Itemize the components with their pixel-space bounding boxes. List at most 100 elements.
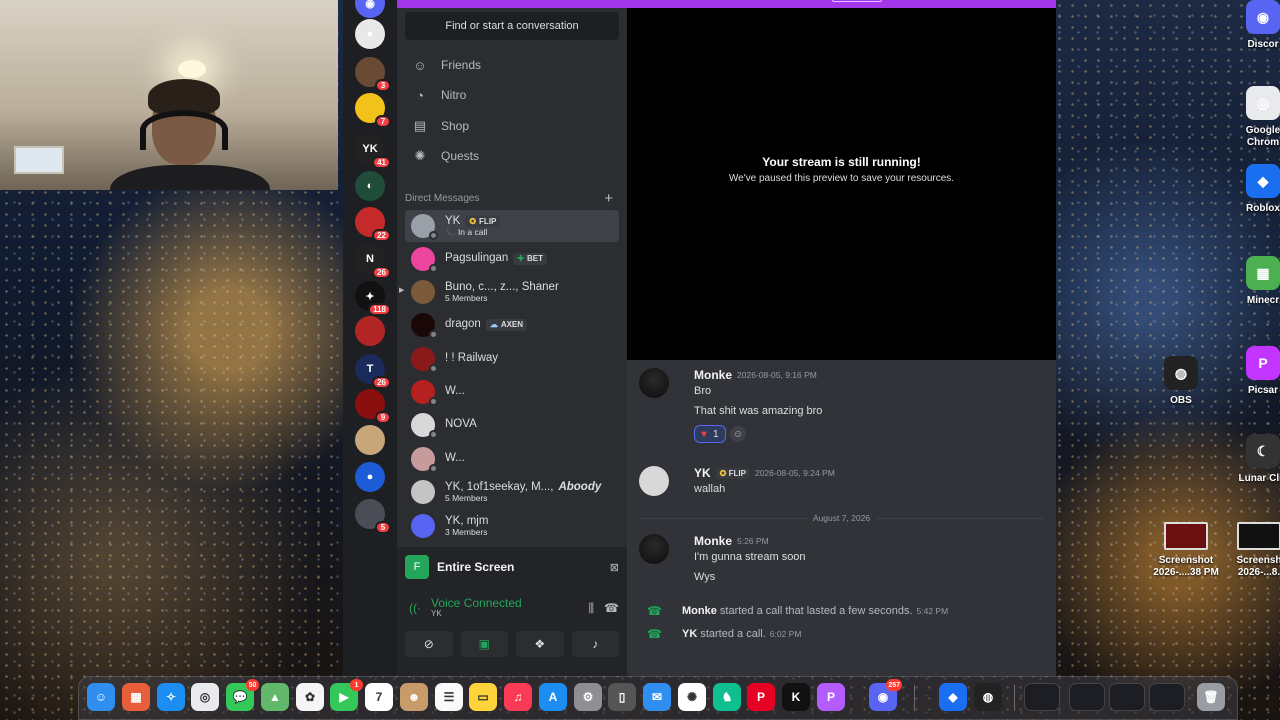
server-icon[interactable]: N 26 xyxy=(355,244,391,279)
message-author[interactable]: Monke xyxy=(694,534,732,548)
dock-chatgpt-icon[interactable]: ✺ xyxy=(678,683,706,711)
dock-mail-icon[interactable]: ✉ xyxy=(643,683,671,711)
dock-music-icon[interactable]: ♫ xyxy=(504,683,532,711)
dm-item[interactable]: YK, 1of1seekay, M..., Aboody 5 Members xyxy=(405,476,619,508)
dock-discord-icon[interactable]: ◉ 257 xyxy=(869,679,902,711)
nav-shop[interactable]: ▤ Shop xyxy=(405,112,619,140)
server-icon[interactable]: T 26 xyxy=(355,354,391,389)
avatar[interactable] xyxy=(639,466,669,496)
dock-kick-icon[interactable]: K xyxy=(782,683,810,711)
desktop-icon-screenshot-1[interactable]: Screenshot 2026-....38 PM xyxy=(1153,522,1219,578)
noise-suppression-icon[interactable]: ⫼ xyxy=(589,601,595,616)
heart-reaction[interactable]: ♥ 1 xyxy=(694,425,726,443)
dock-finder-icon[interactable]: ☺ xyxy=(87,683,115,711)
dm-item[interactable]: dragon ☁ AXEN xyxy=(405,309,619,341)
server-icon[interactable] xyxy=(355,316,385,346)
desktop-icon-lunar-client[interactable]: ☾ Lunar Clie xyxy=(1232,434,1280,485)
expand-arrow-icon[interactable]: ▶ xyxy=(399,286,404,294)
dock-trash-icon[interactable]: 🗑 xyxy=(1197,683,1225,711)
stream-preview[interactable]: Your stream is still running! We've paus… xyxy=(627,8,1056,360)
server-icon[interactable] xyxy=(355,425,385,455)
stop-stream-icon[interactable]: ⊠ xyxy=(610,561,619,574)
server-icon[interactable]: ● xyxy=(355,462,385,492)
system-text: started a call that lasted a few seconds… xyxy=(716,605,913,617)
dm-item[interactable]: W... xyxy=(405,443,619,475)
dock-calendar-icon[interactable]: 7 xyxy=(365,683,393,711)
server-icon[interactable]: 9 xyxy=(355,389,391,424)
screen-share-button[interactable]: ▣ xyxy=(460,631,508,657)
dm-item[interactable]: Pagsulingan ✚ BET xyxy=(405,243,619,275)
add-reaction-icon[interactable]: ☺ xyxy=(730,426,746,442)
disconnect-icon[interactable]: ☎ xyxy=(604,601,619,615)
find-conversation-button[interactable]: Find or start a conversation xyxy=(405,12,619,40)
server-icon[interactable]: ◐ xyxy=(355,171,385,201)
dock-photos-icon[interactable]: ✿ xyxy=(296,683,324,711)
desktop-icon-picsart[interactable]: P Picsar xyxy=(1232,346,1280,397)
camera-off-button[interactable]: ⊘ xyxy=(405,631,453,657)
dock-notes-icon[interactable]: ▭ xyxy=(469,683,497,711)
voice-status[interactable]: Voice Connected xyxy=(431,596,579,610)
guild-tag[interactable]: ✪ FLIP xyxy=(715,467,750,479)
dock-iphone-mirroring-icon[interactable]: ▯ xyxy=(608,683,636,711)
dock-app-store-icon[interactable]: A xyxy=(539,683,567,711)
server-icon[interactable]: 22 xyxy=(355,207,391,242)
guild-tag[interactable]: ☁ AXEN xyxy=(485,319,528,331)
message-author[interactable]: YK xyxy=(694,466,711,480)
dock-chrome-icon[interactable]: ◎ xyxy=(191,683,219,711)
message-author[interactable]: Monke xyxy=(694,368,732,382)
minimized-window-thumbnail[interactable] xyxy=(1109,683,1145,711)
system-author[interactable]: Monke xyxy=(682,605,717,617)
server-icon[interactable]: ● xyxy=(355,19,385,49)
desktop-icon-roblox[interactable]: ◆ Roblox xyxy=(1232,164,1280,215)
dm-item[interactable]: ▶ Buno, c..., z..., Shaner 5 Members xyxy=(399,276,619,308)
system-author[interactable]: YK xyxy=(682,628,697,640)
minimized-window-thumbnail[interactable] xyxy=(1069,683,1105,711)
nav-nitro[interactable]: ◔ Nitro xyxy=(405,81,619,109)
add-dm-icon[interactable]: + xyxy=(604,190,613,207)
guild-tag[interactable]: ✚ BET xyxy=(513,253,548,265)
guild-tag[interactable]: ✪ FLIP xyxy=(465,215,501,227)
server-icon[interactable]: 7 xyxy=(355,93,391,128)
dock-picsart-icon[interactable]: P xyxy=(817,683,845,711)
dock-robinhood-icon[interactable]: ♞ xyxy=(713,683,741,711)
tag-icon: ☁ xyxy=(489,320,498,330)
soundboard-button[interactable]: ♪ xyxy=(571,631,619,657)
server-icon[interactable]: ✦ 118 xyxy=(355,281,391,316)
server-icon[interactable]: 3 xyxy=(355,57,391,92)
dock-reminders-icon[interactable]: ☰ xyxy=(435,683,463,711)
discord-home-icon[interactable]: ◉ xyxy=(355,0,385,18)
dock-obs-icon[interactable]: ◍ xyxy=(974,683,1002,711)
chrome-icon: ◎ xyxy=(1246,86,1280,120)
desktop-icon-screenshot-2[interactable]: Screensh 2026-...8. xyxy=(1228,522,1280,578)
system-message-call: ☎ Monke started a call that lasted a few… xyxy=(639,603,1049,619)
avatar[interactable] xyxy=(639,368,669,398)
dock-pinterest-icon[interactable]: P xyxy=(747,683,775,711)
dm-item[interactable]: YK ✪ FLIP 📞 In a call xyxy=(405,210,619,242)
minimized-window-thumbnail[interactable] xyxy=(1024,683,1060,711)
server-icon[interactable]: YK 41 xyxy=(355,134,391,169)
dock-maps-icon[interactable]: ▲ xyxy=(261,683,289,711)
desktop-icon-obs[interactable]: ◍ OBS xyxy=(1150,356,1212,407)
desktop-icon-minecraft[interactable]: ▦ Minecr xyxy=(1232,256,1280,307)
dock-messages-icon[interactable]: 💬 50 xyxy=(226,679,259,711)
dock-contacts-icon[interactable]: ☻ xyxy=(400,683,428,711)
dock-safari-icon[interactable]: ✧ xyxy=(157,683,185,711)
tag-icon: ✚ xyxy=(517,254,525,264)
dock-facetime-icon[interactable]: ▶ 1 xyxy=(330,679,363,711)
desktop-icon-label: Picsar xyxy=(1247,385,1279,396)
dm-item[interactable]: NOVA xyxy=(405,409,619,441)
avatar[interactable] xyxy=(639,534,669,564)
dock-launchpad-icon[interactable]: ▦ xyxy=(122,683,150,711)
server-icon[interactable]: 5 xyxy=(355,499,391,534)
nav-friends[interactable]: ☺ Friends xyxy=(405,51,619,79)
activities-button[interactable]: ❖ xyxy=(516,631,564,657)
minimized-window-thumbnail[interactable] xyxy=(1149,683,1185,711)
dm-item[interactable]: YK, mjm 3 Members xyxy=(405,510,619,542)
desktop-icon-discord[interactable]: ◉ Discor xyxy=(1232,0,1280,51)
dock-roblox-icon[interactable]: ◆ xyxy=(939,683,967,711)
desktop-icon-chrome[interactable]: ◎ Google Chrom xyxy=(1232,86,1280,148)
dm-item[interactable]: W... xyxy=(405,376,619,408)
dock-system-settings-icon[interactable]: ⚙ xyxy=(574,683,602,711)
dm-item[interactable]: ! ! Railway xyxy=(405,343,619,375)
nav-quests[interactable]: ✺ Quests xyxy=(405,142,619,170)
